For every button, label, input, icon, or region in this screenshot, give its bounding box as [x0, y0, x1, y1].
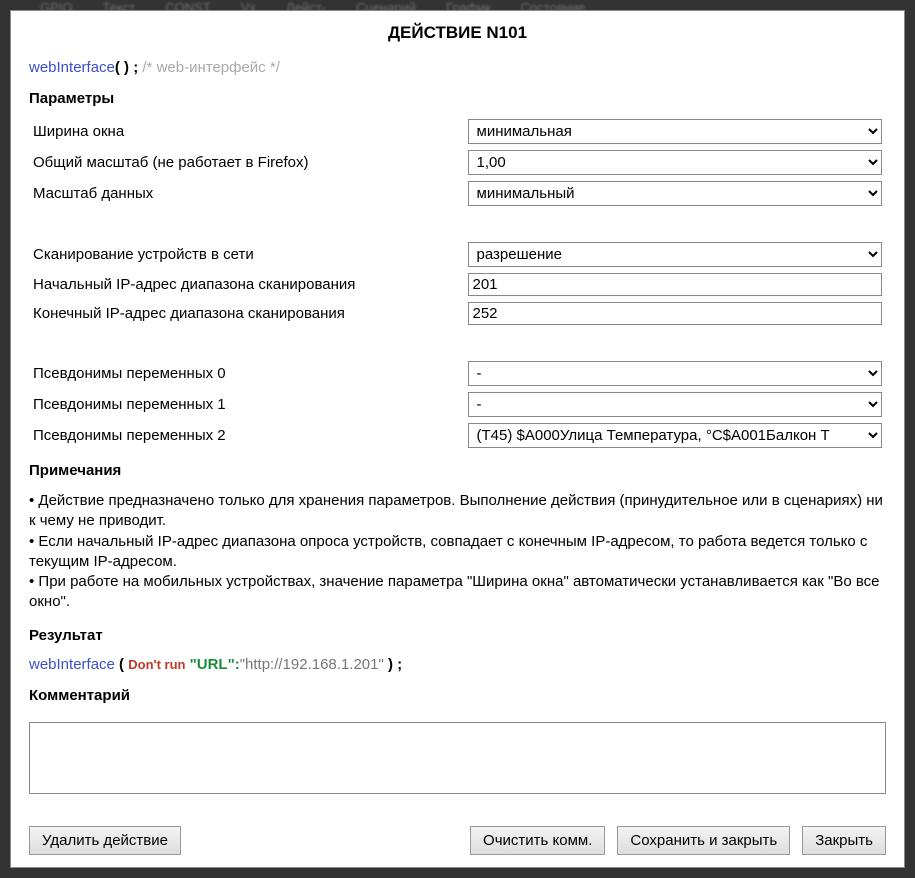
data-scale-label: Масштаб данных	[33, 183, 448, 204]
result-fn: webInterface	[29, 656, 115, 673]
comment-heading: Комментарий	[29, 687, 886, 704]
alias1-label: Псевдонимы переменных 1	[33, 394, 448, 415]
result-val: "http://192.168.1.201"	[240, 656, 384, 673]
close-button[interactable]: Закрыть	[802, 826, 886, 855]
clear-comment-button[interactable]: Очистить комм.	[470, 826, 605, 855]
window-width-select[interactable]: минимальная	[468, 119, 883, 144]
notes-body: • Действие предназначено только для хран…	[29, 491, 886, 613]
global-scale-select[interactable]: 1,00	[468, 150, 883, 175]
ip-start-input[interactable]	[468, 273, 883, 296]
function-args: ( ) ;	[115, 59, 138, 76]
global-scale-label: Общий масштаб (не работает в Firefox)	[33, 152, 448, 173]
function-comment: /* web-интерфейс */	[142, 59, 279, 76]
function-name: webInterface	[29, 59, 115, 76]
scan-devices-select[interactable]: разрешение	[468, 242, 883, 267]
params-table: Ширина окна минимальная Общий масштаб (н…	[29, 119, 886, 448]
scan-devices-label: Сканирование устройств в сети	[33, 244, 448, 265]
dialog-title: ДЕЙСТВИЕ N101	[29, 23, 886, 43]
ip-start-label: Начальный IP-адрес диапазона сканировани…	[33, 274, 448, 295]
result-dontrun: Don't run	[128, 657, 185, 672]
dialog-body: ДЕЙСТВИЕ N101 webInterface( ) ; /* web-и…	[11, 11, 904, 818]
ip-end-input[interactable]	[468, 302, 883, 325]
window-width-label: Ширина окна	[33, 121, 448, 142]
alias2-select[interactable]: (T45) $A000Улица Температура, °C$A001Бал…	[468, 423, 883, 448]
spacer	[33, 212, 882, 236]
code-signature: webInterface( ) ; /* web-интерфейс */	[29, 59, 886, 76]
alias2-label: Псевдонимы переменных 2	[33, 425, 448, 446]
action-dialog: ДЕЙСТВИЕ N101 webInterface( ) ; /* web-и…	[10, 10, 905, 868]
params-heading: Параметры	[29, 90, 886, 107]
spacer	[193, 826, 458, 855]
spacer	[33, 331, 882, 355]
note-line: • При работе на мобильных устройствах, з…	[29, 572, 886, 613]
note-line: • Если начальный IP-адрес диапазона опро…	[29, 532, 886, 573]
comment-textarea[interactable]	[29, 722, 886, 794]
data-scale-select[interactable]: минимальный	[468, 181, 883, 206]
result-close: ) ;	[384, 656, 402, 673]
result-code: webInterface ( Don't run "URL":"http://1…	[29, 656, 886, 673]
notes-heading: Примечания	[29, 462, 886, 479]
delete-action-button[interactable]: Удалить действие	[29, 826, 181, 855]
result-heading: Результат	[29, 627, 886, 644]
result-open: (	[115, 656, 128, 673]
alias0-select[interactable]: -	[468, 361, 883, 386]
alias1-select[interactable]: -	[468, 392, 883, 417]
note-line: • Действие предназначено только для хран…	[29, 491, 886, 532]
result-key: "URL":	[185, 656, 239, 673]
save-close-button[interactable]: Сохранить и закрыть	[617, 826, 790, 855]
ip-end-label: Конечный IP-адрес диапазона сканирования	[33, 303, 448, 324]
button-bar: Удалить действие Очистить комм. Сохранит…	[11, 818, 904, 867]
alias0-label: Псевдонимы переменных 0	[33, 363, 448, 384]
